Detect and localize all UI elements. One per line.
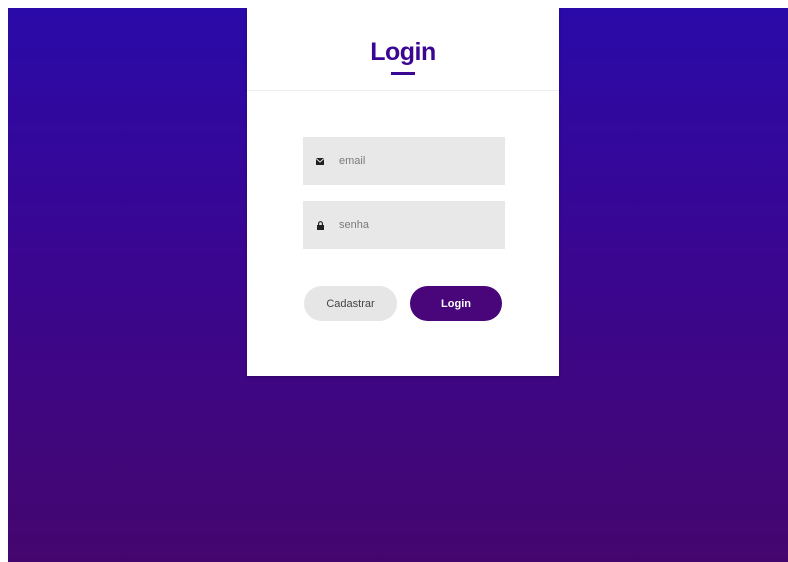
page-title: Login: [370, 38, 436, 66]
password-field[interactable]: [303, 201, 505, 249]
page-background: Login Cadastrar Login: [8, 8, 788, 562]
login-card: Login Cadastrar Login: [247, 8, 559, 376]
card-header: Login: [247, 8, 559, 91]
envelope-icon: [315, 156, 325, 166]
email-input[interactable]: [339, 155, 489, 167]
login-button[interactable]: Login: [410, 286, 502, 321]
title-underline: [391, 72, 415, 75]
register-button[interactable]: Cadastrar: [304, 286, 397, 321]
password-input[interactable]: [339, 219, 489, 231]
lock-icon: [315, 220, 325, 230]
email-field[interactable]: [303, 137, 505, 185]
